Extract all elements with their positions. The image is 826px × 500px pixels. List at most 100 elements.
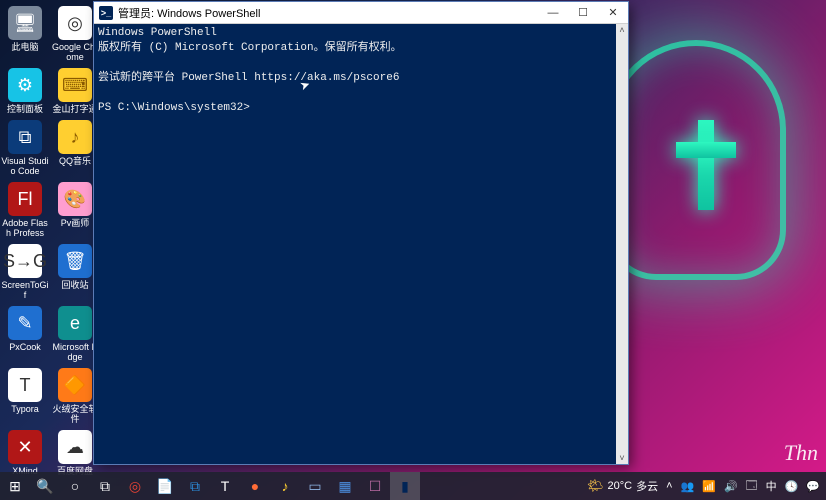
desktop-icon-control-panel[interactable]: ⚙ 控制面板: [1, 68, 49, 114]
taskbar-app-powershell[interactable]: ▮: [390, 472, 420, 500]
search-button[interactable]: 🔍: [30, 472, 60, 500]
tray-battery[interactable]: 🗔: [744, 477, 760, 496]
kingsoft-type-icon: ⌨: [58, 68, 92, 102]
taskbar-app-app3[interactable]: ☐: [360, 472, 390, 500]
desktop-icon-pv[interactable]: 🎨 Pv画师: [51, 182, 99, 238]
scroll-up-button[interactable]: ˄: [616, 24, 628, 36]
desktop-icon-label: Microsoft Edge: [51, 342, 99, 362]
qqmusic-icon: ♪: [58, 120, 92, 154]
minimize-button[interactable]: —: [538, 2, 568, 24]
desktop-icon-label: 回收站: [51, 280, 99, 290]
ms-edge-icon: e: [58, 306, 92, 340]
taskbar-app-chrome[interactable]: ◎: [120, 472, 150, 500]
terminal-body[interactable]: Windows PowerShell 版权所有 (C) Microsoft Co…: [94, 24, 628, 464]
this-pc-icon: 🖥: [8, 6, 42, 40]
app3-icon: ☐: [369, 478, 382, 495]
taskbar-app-qqmusic[interactable]: ♪: [270, 472, 300, 500]
tray-people[interactable]: 👥: [679, 480, 697, 493]
desktop-icon-label: 控制面板: [1, 104, 49, 114]
cortana-button[interactable]: ○: [60, 472, 90, 500]
chrome-icon: ◎: [129, 478, 141, 495]
tray-chevron[interactable]: ˄: [664, 480, 674, 492]
tray-action[interactable]: 💬: [804, 480, 822, 493]
system-tray: ˄ 👥📶 🔊 🗔中 🕓💬: [664, 477, 826, 496]
cortana-icon: ○: [71, 478, 79, 494]
weather-icon: 🌤: [587, 478, 604, 494]
desktop-icon-adobe-flash[interactable]: FlAdobe Flash Professi…: [1, 182, 49, 238]
taskbar-app-app1[interactable]: ▭: [300, 472, 330, 500]
taskbar-app-postman[interactable]: ●: [240, 472, 270, 500]
taskbar-app-vscode[interactable]: ⧉: [180, 472, 210, 500]
weather-desc: 多云: [636, 478, 658, 494]
desktop-icon-label: QQ音乐: [51, 156, 99, 166]
desktop-icon-label: Typora: [1, 404, 49, 414]
desktop-icon-chrome[interactable]: ◎Google Chrome: [51, 6, 99, 62]
desktop-icon-label: 火绒安全软件: [51, 404, 99, 424]
windows-icon: ⊞: [9, 478, 21, 495]
desktop-icon-label: Visual Studio Code: [1, 156, 49, 176]
desktop-icon-vscode[interactable]: ⧉Visual Studio Code: [1, 120, 49, 176]
wallpaper-cross: [676, 120, 736, 210]
recycle-bin-icon: 🗑: [58, 244, 92, 278]
powershell-window[interactable]: >_ 管理员: Windows PowerShell — ☐ ✕ Windows…: [94, 2, 628, 464]
search-icon: 🔍: [36, 478, 53, 495]
chrome-icon: ◎: [58, 6, 92, 40]
huorong-icon: 🔶: [58, 368, 92, 402]
control-panel-icon: ⚙: [8, 68, 42, 102]
taskbar-pinned-area: ◎ 📄 ⧉ T ● ♪ ▭ ▦ ☐ ▮: [120, 472, 420, 500]
desktop-icon-label: Pv画师: [51, 218, 99, 228]
app1-icon: ▭: [308, 478, 321, 495]
vscode-icon: ⧉: [190, 478, 200, 495]
qqmusic-icon: ♪: [282, 478, 289, 494]
tray-volume[interactable]: 🔊: [722, 480, 740, 493]
tray-clock[interactable]: 🕓: [783, 480, 801, 493]
start-button[interactable]: ⊞: [0, 472, 30, 500]
desktop-icon-screentogif[interactable]: S→GScreenToGif: [1, 244, 49, 300]
desktop-icon-typora[interactable]: TTypora: [1, 368, 49, 424]
postman-icon: ●: [251, 478, 259, 494]
taskbar-app-app2[interactable]: ▦: [330, 472, 360, 500]
desktop-icon-xmind[interactable]: ✕XMind: [1, 430, 49, 476]
desktop-icon-label: ScreenToGif: [1, 280, 49, 300]
desktop-icon-this-pc[interactable]: 🖥 此电脑: [1, 6, 49, 62]
adobe-flash-icon: Fl: [8, 182, 42, 216]
wallpaper-signature: Thn: [784, 440, 818, 466]
taskbar-app-typora[interactable]: T: [210, 472, 240, 500]
scrollbar[interactable]: ˄ ˅: [616, 24, 628, 464]
desktop-icon-qqmusic[interactable]: ♪ QQ音乐: [51, 120, 99, 176]
scroll-down-button[interactable]: ˅: [616, 452, 628, 464]
screentogif-icon: S→G: [8, 244, 42, 278]
tray-ime[interactable]: 中: [764, 478, 779, 494]
taskview-icon: ⧉: [100, 478, 110, 495]
maximize-button[interactable]: ☐: [568, 2, 598, 24]
taskbar: ⊞ 🔍 ○ ⧉ ◎ 📄 ⧉ T ● ♪ ▭ ▦ ☐ ▮ 🌤 20°C 多云 ˄ 👥📶 🔊 🗔中 🕓💬: [0, 472, 826, 500]
desktop-icon-recycle-bin[interactable]: 🗑 回收站: [51, 244, 99, 300]
desktop-icon-label: 此电脑: [1, 42, 49, 52]
window-title: 管理员: Windows PowerShell: [118, 5, 538, 21]
pxcook-icon: ✎: [8, 306, 42, 340]
desktop-icon-grid: 🖥此电脑◎Google Chrome⚙控制面板⌨金山打字通⧉Visual Stu…: [0, 0, 100, 480]
wallpaper-headset: [606, 40, 786, 280]
desktop-icon-label: PxCook: [1, 342, 49, 352]
xmind-icon: ✕: [8, 430, 42, 464]
taskbar-app-file[interactable]: 📄: [150, 472, 180, 500]
pv-icon: 🎨: [58, 182, 92, 216]
desktop-icon-label: Adobe Flash Professi…: [1, 218, 49, 238]
taskview-button[interactable]: ⧉: [90, 472, 120, 500]
baidu-netdisk-icon: ☁: [58, 430, 92, 464]
vscode-icon: ⧉: [8, 120, 42, 154]
desktop-icon-baidu-netdisk[interactable]: ☁百度网盘: [51, 430, 99, 476]
desktop-icon-huorong[interactable]: 🔶火绒安全软件: [51, 368, 99, 424]
desktop-icon-kingsoft-type[interactable]: ⌨ 金山打字通: [51, 68, 99, 114]
window-titlebar[interactable]: >_ 管理员: Windows PowerShell — ☐ ✕: [94, 2, 628, 24]
desktop-icon-ms-edge[interactable]: eMicrosoft Edge: [51, 306, 99, 362]
desktop-icon-label: 金山打字通: [51, 104, 99, 114]
weather-widget[interactable]: 🌤 20°C 多云: [581, 478, 664, 494]
powershell-icon: >_: [99, 6, 113, 20]
close-button[interactable]: ✕: [598, 2, 628, 24]
desktop: Thn 🖥此电脑◎Google Chrome⚙控制面板⌨金山打字通⧉Visual…: [0, 0, 826, 500]
tray-network[interactable]: 📶: [700, 480, 718, 493]
weather-temp: 20°C: [608, 480, 633, 492]
desktop-icon-pxcook[interactable]: ✎ PxCook: [1, 306, 49, 362]
typora-icon: T: [221, 478, 230, 494]
